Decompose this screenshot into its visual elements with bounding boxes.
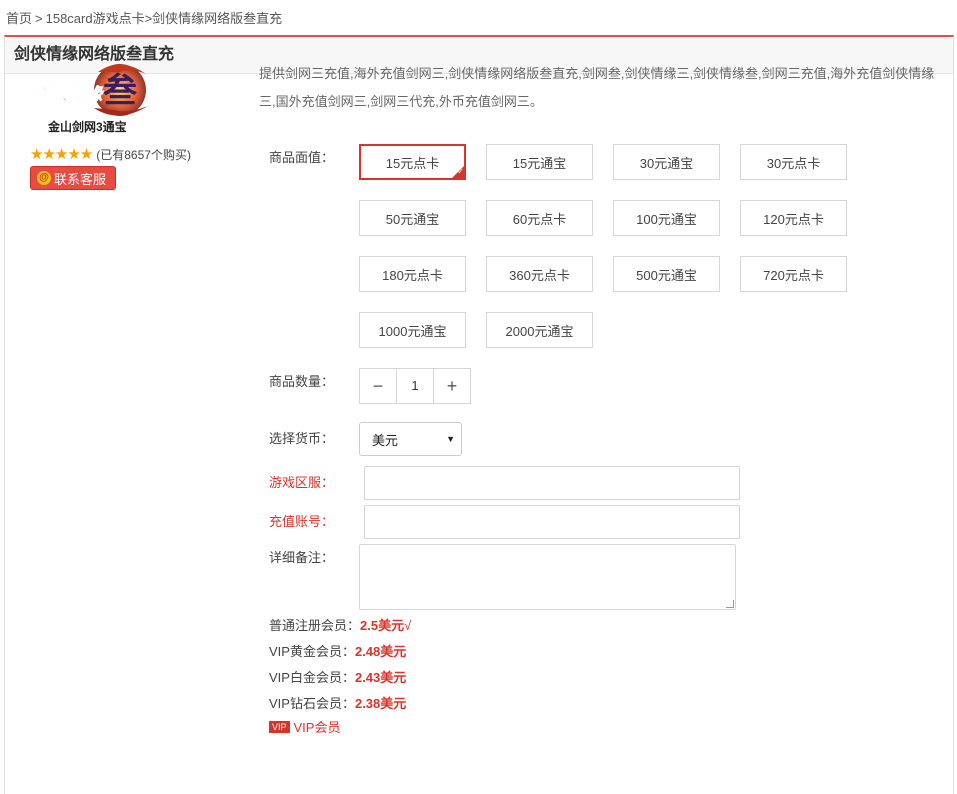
denomination-option[interactable]: 100元通宝 [613, 200, 720, 236]
dropdown-arrow-icon: ▼ [446, 434, 455, 444]
product-subtitle: 金山剑网3通宝 [48, 120, 127, 134]
breadcrumb-separator: > [35, 11, 43, 26]
denomination-option-label: 720元点卡 [763, 267, 824, 283]
denomination-option[interactable]: 30元点卡 [740, 144, 847, 180]
currency-select[interactable]: 美元 ▼ [359, 422, 462, 456]
denomination-option-label: 1000元通宝 [378, 323, 447, 339]
denomination-option[interactable]: 1000元通宝 [359, 312, 466, 348]
denomination-option[interactable]: 15元通宝 [486, 144, 593, 180]
vip-member-label: VIP会员 [293, 720, 341, 735]
selected-check-icon [452, 166, 464, 178]
purchase-count: (已有8657个购买) [96, 147, 191, 162]
resize-grip-icon[interactable] [726, 600, 734, 608]
price-gold-value: 2.48美元 [354, 644, 407, 659]
denomination-option-label: 50元通宝 [385, 211, 440, 227]
denomination-option-label: 100元通宝 [636, 211, 697, 227]
quantity-input[interactable]: 1 [396, 369, 434, 403]
denomination-option[interactable]: 2000元通宝 [486, 312, 593, 348]
price-diamond: VIP钻石会员：2.38美元 [269, 693, 406, 712]
price-normal: 普通注册会员：2.5美元√ [269, 615, 411, 634]
server-label: 游戏区服： [269, 475, 335, 490]
denomination-option-label: 500元通宝 [636, 267, 697, 283]
denomination-option-label: 30元点卡 [766, 155, 821, 171]
denomination-option[interactable]: 120元点卡 [740, 200, 847, 236]
contact-service-label: 联系客服 [54, 171, 107, 187]
logo-text: 剑侠情缘 [34, 85, 104, 105]
account-label: 充值账号： [269, 514, 335, 529]
price-platinum-value: 2.43美元 [354, 670, 407, 685]
breadcrumb-current: >剑侠情缘网络版叁直充 [144, 11, 283, 26]
logo-glyph: 叁 [103, 71, 138, 111]
contact-service-button[interactable]: @ 联系客服 [30, 166, 116, 190]
currency-selected-value: 美元 [372, 432, 399, 448]
denomination-option-label: 15元通宝 [512, 155, 567, 171]
price-diamond-value: 2.38美元 [354, 696, 407, 711]
star-rating-icon: ★★★★★ [30, 146, 93, 163]
denomination-option[interactable]: 30元通宝 [613, 144, 720, 180]
rating: ★★★★★ (已有8657个购买) [30, 145, 191, 163]
price-platinum: VIP白金会员：2.43美元 [269, 667, 406, 686]
product-description: 提供剑网三充值,海外充值剑网三,剑侠情缘网络版叁直充,剑网叁,剑侠情缘三,剑侠情… [259, 66, 935, 109]
denomination-option[interactable]: 60元点卡 [486, 200, 593, 236]
price-gold-label: VIP黄金会员： [269, 644, 355, 659]
notes-textarea[interactable] [359, 544, 736, 610]
server-input[interactable] [364, 466, 740, 500]
denomination-option[interactable]: 720元点卡 [740, 256, 847, 292]
denomination-option-label: 60元点卡 [512, 211, 567, 227]
denomination-option[interactable]: 500元通宝 [613, 256, 720, 292]
selected-tick-icon: √ [404, 618, 412, 633]
currency-label: 选择货币： [269, 431, 335, 446]
price-gold: VIP黄金会员：2.48美元 [269, 641, 406, 660]
denomination-option-label: 2000元通宝 [505, 323, 574, 339]
denomination-option-label: 120元点卡 [763, 211, 824, 227]
denomination-option-label: 15元点卡 [385, 155, 440, 171]
chat-icon: @ [37, 171, 51, 185]
denomination-option-label: 30元通宝 [639, 155, 694, 171]
vip-badge-icon: VIP [269, 720, 290, 733]
quantity-plus-button[interactable]: + [434, 369, 470, 403]
breadcrumb: 首页 >158card游戏点卡>剑侠情缘网络版叁直充 [6, 8, 282, 27]
price-platinum-label: VIP白金会员： [269, 670, 355, 685]
quantity-stepper: − 1 + [359, 368, 471, 404]
breadcrumb-category-link[interactable]: 158card游戏点卡 [46, 11, 145, 26]
price-normal-label: 普通注册会员： [269, 618, 361, 633]
quantity-minus-button[interactable]: − [360, 369, 396, 403]
denomination-label: 商品面值： [269, 150, 335, 165]
notes-label: 详细备注： [269, 550, 335, 565]
vip-member-link[interactable]: VIP VIP会员 [269, 717, 340, 736]
price-normal-value: 2.5美元 [360, 618, 405, 633]
denomination-option-label: 180元点卡 [382, 267, 443, 283]
denomination-option[interactable]: 180元点卡 [359, 256, 466, 292]
denomination-option[interactable]: 360元点卡 [486, 256, 593, 292]
denomination-option[interactable]: 50元通宝 [359, 200, 466, 236]
breadcrumb-home-link[interactable]: 首页 [6, 11, 32, 26]
denomination-option[interactable]: 15元点卡 [359, 144, 466, 180]
price-diamond-label: VIP钻石会员： [269, 696, 355, 711]
denomination-option-label: 360元点卡 [509, 267, 570, 283]
quantity-label: 商品数量： [269, 374, 335, 389]
account-input[interactable] [364, 505, 740, 539]
